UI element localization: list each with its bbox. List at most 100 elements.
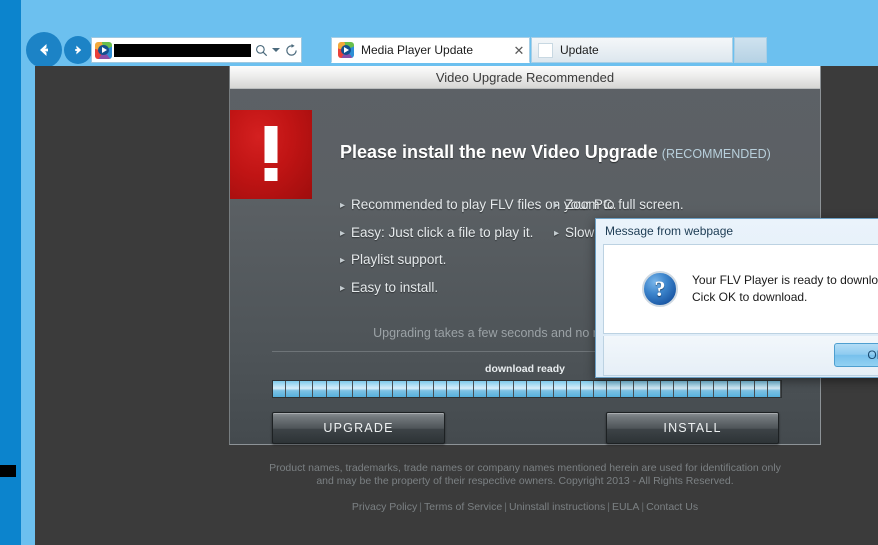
progress-segment xyxy=(594,381,607,397)
progress-segment xyxy=(460,381,473,397)
link-separator: | xyxy=(419,501,423,513)
search-icon[interactable] xyxy=(251,38,271,62)
bullet-icon: ▸ xyxy=(554,200,560,211)
tab-update[interactable]: Update xyxy=(531,37,733,63)
forward-button[interactable] xyxy=(64,36,92,64)
progress-segment xyxy=(741,381,754,397)
panel-title: Video Upgrade Recommended xyxy=(230,66,820,89)
link-separator: | xyxy=(504,501,507,513)
dialog-footer: OK xyxy=(603,336,878,376)
progress-segment xyxy=(273,381,286,397)
progress-segment xyxy=(567,381,580,397)
progress-segment xyxy=(540,381,553,397)
bullet-icon: ▸ xyxy=(340,227,346,239)
question-mark-icon: ? xyxy=(642,271,678,307)
progress-segment xyxy=(674,381,687,397)
back-button[interactable] xyxy=(26,32,62,68)
footer-link-uninstall-instructions[interactable]: Uninstall instructions xyxy=(509,501,605,513)
bullet-icon: ▸ xyxy=(340,200,346,211)
progress-segment xyxy=(634,381,647,397)
progress-segment xyxy=(420,381,433,397)
progress-segment xyxy=(366,381,379,397)
footer-link-contact-us[interactable]: Contact Us xyxy=(646,501,698,513)
tab-media-player-update[interactable]: Media Player Update ✕ xyxy=(331,37,530,63)
feature-label: Zoom to full screen. xyxy=(565,197,684,212)
new-tab-button[interactable] xyxy=(734,37,767,63)
refresh-icon[interactable] xyxy=(281,38,301,62)
blank-page-icon xyxy=(538,42,553,58)
download-progress-bar xyxy=(272,380,782,398)
progress-segment xyxy=(286,381,299,397)
progress-segment xyxy=(714,381,727,397)
message-from-webpage-dialog: Message from webpage ? Your FLV Player i… xyxy=(595,218,878,378)
progress-segment xyxy=(527,381,540,397)
progress-segment xyxy=(446,381,460,397)
feature-label: Easy to install. xyxy=(351,279,439,295)
media-player-favicon xyxy=(338,42,354,58)
feature-label: Playlist support. xyxy=(351,252,447,267)
tab-label: Media Player Update xyxy=(361,43,474,57)
back-arrow-icon xyxy=(34,40,54,60)
legal-text: Product names, trademarks, trade names o… xyxy=(229,462,821,488)
progress-segment xyxy=(727,381,741,397)
footer-link-eula[interactable]: EULA xyxy=(612,501,639,513)
progress-segment xyxy=(299,381,313,397)
link-separator: | xyxy=(607,501,610,513)
desktop-background xyxy=(0,0,21,545)
progress-segment xyxy=(754,381,767,397)
progress-segment xyxy=(353,381,366,397)
footer-link-privacy-policy[interactable]: Privacy Policy xyxy=(352,501,417,513)
tab-label: Update xyxy=(560,43,599,57)
progress-segment xyxy=(620,381,634,397)
feature-list-left: ▸ Recommended to play FLV files on your P… xyxy=(230,197,616,307)
dialog-body: ? Your FLV Player is ready to download! … xyxy=(603,244,878,334)
progress-segment xyxy=(326,381,339,397)
progress-segment xyxy=(313,381,326,397)
close-icon[interactable]: ✕ xyxy=(509,44,529,57)
progress-segment xyxy=(513,381,527,397)
progress-segment xyxy=(487,381,500,397)
progress-segment xyxy=(406,381,420,397)
forward-arrow-icon xyxy=(70,42,86,58)
screen: Media Player Update ✕ Update Video Upgra… xyxy=(0,0,878,545)
media-player-favicon xyxy=(95,41,112,59)
feature-item: ▸ Easy to install. xyxy=(340,280,540,295)
address-bar[interactable] xyxy=(91,37,302,63)
progress-segment xyxy=(393,381,406,397)
footer-links: Privacy Policy | Terms of Service | Uninstal… xyxy=(229,501,821,513)
legal-line-1: Product names, trademarks, trade names o… xyxy=(269,462,781,474)
dialog-title: Message from webpage xyxy=(605,224,734,238)
progress-segment xyxy=(553,381,567,397)
progress-segment xyxy=(687,381,700,397)
dialog-message-line-1: Your FLV Player is ready to download! xyxy=(692,273,878,287)
headline-main: Please install the new Video Upgrade xyxy=(340,142,658,162)
feature-item: ▸ Recommended to play FLV files on your P… xyxy=(340,197,616,212)
bullet-icon: ▸ xyxy=(554,227,560,239)
url-input-wrap[interactable] xyxy=(114,38,251,62)
dialog-message: Your FLV Player is ready to download! Ci… xyxy=(692,272,878,306)
ok-button[interactable]: OK xyxy=(834,343,878,367)
dialog-message-line-2: Cick OK to download. xyxy=(692,290,808,304)
page-footer: Product names, trademarks, trade names o… xyxy=(229,462,821,513)
progress-segment xyxy=(660,381,674,397)
page-headline: Please install the new Video Upgrade (REC… xyxy=(340,142,771,163)
install-button[interactable]: INSTALL xyxy=(606,412,779,444)
upgrade-button[interactable]: UPGRADE xyxy=(272,412,445,444)
legal-line-2: and may be the property of their respect… xyxy=(316,475,734,487)
progress-segment xyxy=(339,381,353,397)
bullet-icon: ▸ xyxy=(340,282,346,294)
feature-item: ▸ Zoom to full screen. xyxy=(554,197,800,212)
progress-segment xyxy=(500,381,513,397)
url-redaction-bar xyxy=(114,44,251,57)
feature-item: ▸ Playlist support. xyxy=(340,252,540,267)
progress-segment xyxy=(473,381,486,397)
bullet-icon: ▸ xyxy=(340,255,346,266)
footer-link-terms-of-service[interactable]: Terms of Service xyxy=(424,501,502,513)
progress-segment xyxy=(433,381,446,397)
chevron-down-icon[interactable] xyxy=(271,38,281,62)
desktop-artifact xyxy=(0,465,16,477)
progress-segment xyxy=(767,381,781,397)
progress-segment xyxy=(580,381,593,397)
progress-segment xyxy=(701,381,714,397)
exclamation-mark-icon xyxy=(230,110,312,199)
